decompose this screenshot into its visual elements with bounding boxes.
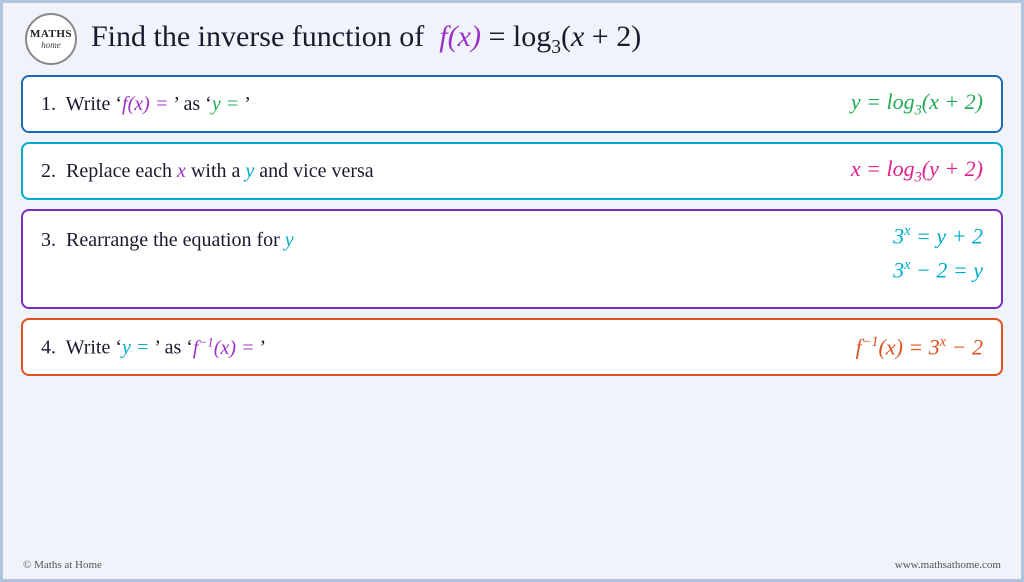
step-2-viceversa: and vice versa <box>254 160 373 182</box>
step-1-box: 1. Write ‘f(x) = ’ as ‘y = ’ y = log3(x … <box>21 75 1003 133</box>
step-1-as: ’ as ‘ <box>173 93 212 115</box>
footer-left: © Maths at Home <box>23 559 102 571</box>
step-4-as: ’ as ‘ <box>154 337 193 359</box>
step-1-number: 1. Write ‘ <box>41 93 122 115</box>
step-1-formula: y = log3(x + 2) <box>851 89 983 119</box>
step-2-formula: x = log3(y + 2) <box>851 156 983 186</box>
step-4-end: ’ <box>259 337 266 359</box>
step-3-number: 3. Rearrange the equation for <box>41 229 285 251</box>
step-2-witha: with a <box>186 160 245 182</box>
footer-right: www.mathsathome.com <box>895 559 1001 571</box>
page-wrapper: MATHS home Find the inverse function of … <box>3 3 1021 579</box>
footer: © Maths at Home www.mathsathome.com <box>21 555 1003 571</box>
steps-container: 1. Write ‘f(x) = ’ as ‘y = ’ y = log3(x … <box>21 75 1003 555</box>
title-paren: (x + 2) <box>561 20 641 53</box>
step-3-formula1: 3x = y + 2 <box>893 223 983 249</box>
step-4-finv: f−1(x) = <box>193 337 260 359</box>
step-3-box: 3. Rearrange the equation for y 3x = y +… <box>21 209 1003 309</box>
step-1-text: 1. Write ‘f(x) = ’ as ‘y = ’ <box>41 93 251 116</box>
step-2-text: 2. Replace each x with a y and vice vers… <box>41 160 374 183</box>
step-2-box: 2. Replace each x with a y and vice vers… <box>21 142 1003 200</box>
step-3-formula2: 3x − 2 = y <box>893 257 983 283</box>
title-equals: = log <box>488 20 551 53</box>
title-formula-fx: f(x) <box>439 20 481 53</box>
step-3-text: 3. Rearrange the equation for y <box>41 229 294 252</box>
step-4-y: y = <box>122 337 154 359</box>
step-2-y: y <box>245 160 254 182</box>
step-1-y: y = <box>212 93 244 115</box>
logo-home: home <box>41 40 61 50</box>
step-2-number: 2. Replace each <box>41 160 177 182</box>
step-4-formula: f−1(x) = 3x − 2 <box>856 334 983 360</box>
page-title: Find the inverse function of f(x) = log3… <box>91 20 641 59</box>
step-3-left: 3. Rearrange the equation for y <box>41 221 893 252</box>
step-4-number: 4. Write ‘ <box>41 337 122 359</box>
header: MATHS home Find the inverse function of … <box>21 13 1003 65</box>
step-3-y: y <box>285 229 294 251</box>
logo: MATHS home <box>25 13 77 65</box>
step-4-box: 4. Write ‘y = ’ as ‘f−1(x) = ’ f−1(x) = … <box>21 318 1003 376</box>
title-sub3: 3 <box>551 37 561 58</box>
logo-maths: MATHS <box>30 28 72 40</box>
step-4-text: 4. Write ‘y = ’ as ‘f−1(x) = ’ <box>41 334 266 360</box>
step-1-fx: f(x) = <box>122 93 173 115</box>
step-2-x: x <box>177 160 186 182</box>
step-3-right: 3x = y + 2 3x − 2 = y <box>893 221 983 284</box>
step-1-end: ’ <box>244 93 251 115</box>
